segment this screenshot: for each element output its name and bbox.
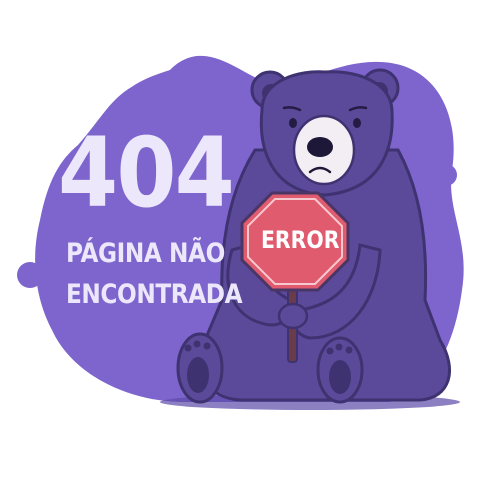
bear-eye-left (289, 118, 297, 128)
bear-toe (326, 347, 334, 355)
bear-toe (345, 346, 353, 354)
bear-toe (203, 342, 211, 350)
error-message-line2: ENCONTRADA (66, 279, 243, 310)
sign-label: ERROR (261, 226, 340, 254)
background-dot (17, 262, 43, 288)
error-code: 404 (58, 117, 235, 229)
background-dot (435, 164, 457, 186)
bear-toe (184, 344, 192, 352)
bear-foot-left-pad (187, 357, 209, 393)
bear-toe (335, 343, 343, 351)
bear-eye-right (353, 118, 361, 128)
bear-nose (307, 137, 333, 157)
bear-paw (277, 302, 309, 330)
error-404-page: 404 PÁGINA NÃO ENCONTRADA ERROR (0, 0, 500, 500)
error-message-line1: PÁGINA NÃO (66, 238, 225, 269)
bear-toe (193, 340, 201, 348)
bear-foot-right-pad (329, 360, 351, 394)
